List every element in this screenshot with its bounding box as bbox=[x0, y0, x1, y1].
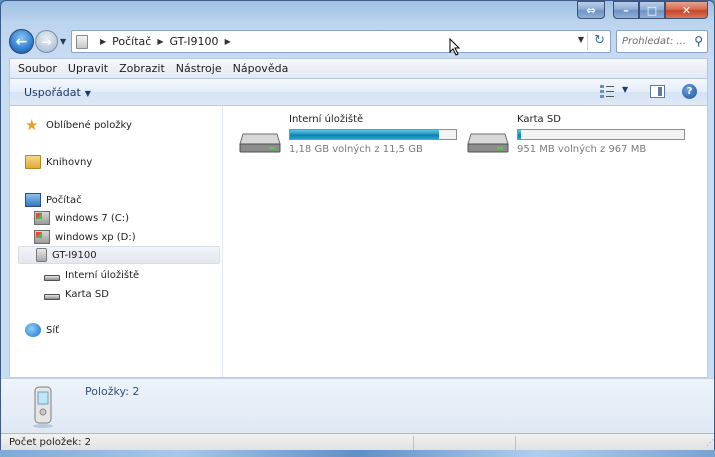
breadcrumb-separator-icon[interactable]: ▶ bbox=[225, 37, 231, 46]
arrow-right-icon: → bbox=[41, 34, 52, 49]
sidebar-item-label: Interní úložiště bbox=[65, 269, 140, 281]
details-pane: Položky: 2 bbox=[1, 378, 714, 433]
menu-file[interactable]: Soubor bbox=[18, 62, 57, 75]
menu-view[interactable]: Zobrazit bbox=[119, 62, 165, 75]
sd-card-drive-icon bbox=[44, 294, 60, 300]
organize-button[interactable]: Uspořádat ▼ bbox=[24, 86, 91, 99]
sidebar-item-drive-d[interactable]: windows xp (D:) bbox=[34, 228, 136, 246]
back-button[interactable]: ← bbox=[9, 29, 34, 54]
search-input[interactable]: Prohledat: ... ⚲ bbox=[616, 30, 708, 53]
menu-help[interactable]: Nápověda bbox=[233, 62, 289, 75]
status-divider bbox=[515, 436, 516, 450]
refresh-icon[interactable]: ↻ bbox=[594, 33, 605, 48]
drive-free-space: 951 MB volných z 967 MB bbox=[517, 144, 647, 155]
network-icon bbox=[25, 323, 41, 337]
sidebar-item-label: Síť bbox=[46, 324, 60, 336]
breadcrumb-separator-icon[interactable]: ▶ bbox=[157, 37, 163, 46]
content-area: ★ Oblíbené položky Knihovny Počítač wind… bbox=[9, 106, 708, 378]
breadcrumb-device[interactable]: GT-I9100 bbox=[170, 35, 219, 48]
sidebar-item-label: windows 7 (C:) bbox=[55, 212, 130, 224]
status-bar: Počet položek: 2 ⋰ bbox=[1, 433, 714, 451]
sidebar-item-label: Počítač bbox=[46, 194, 82, 206]
drive-tile[interactable]: Interní úložiště 1,18 GB volných z 11,5 … bbox=[239, 114, 469, 164]
sidebar-item-favorites[interactable]: ★ Oblíbené položky bbox=[25, 116, 132, 134]
capacity-bar bbox=[289, 129, 457, 140]
sidebar-item-label: Oblíbené položky bbox=[46, 119, 132, 131]
computer-icon bbox=[25, 193, 41, 207]
preview-pane-icon[interactable] bbox=[650, 85, 665, 98]
mouse-cursor-icon bbox=[449, 38, 461, 56]
sidebar-item-device[interactable]: GT-I9100 bbox=[18, 246, 220, 264]
help-icon[interactable]: ? bbox=[682, 84, 697, 99]
drive-tile[interactable]: Karta SD 951 MB volných z 967 MB bbox=[467, 114, 697, 164]
drive-name: Karta SD bbox=[517, 114, 561, 125]
sidebar-item-label: Karta SD bbox=[65, 288, 109, 300]
sidebar-item-computer[interactable]: Počítač bbox=[25, 191, 82, 209]
caption-buttons: ⇔ – □ ✕ bbox=[577, 1, 708, 19]
hard-drive-icon bbox=[467, 133, 509, 153]
phone-icon bbox=[36, 248, 47, 262]
sidebar-item-label: windows xp (D:) bbox=[55, 231, 136, 243]
storage-drive-icon bbox=[44, 275, 60, 281]
breadcrumb-computer[interactable]: Počítač bbox=[112, 35, 151, 48]
explorer-window: ⇔ – □ ✕ ← → ▼ ▶ Počítač ▶ GT-I9100 ▶ ▼ ↻… bbox=[0, 0, 715, 457]
capacity-fill bbox=[518, 130, 521, 139]
address-divider bbox=[587, 33, 588, 50]
menu-tools[interactable]: Nástroje bbox=[176, 62, 222, 75]
recent-pages-dropdown[interactable]: ▼ bbox=[60, 37, 66, 46]
navigation-row: ← → ▼ ▶ Počítač ▶ GT-I9100 ▶ ▼ ↻ Prohled… bbox=[1, 26, 714, 58]
sidebar-item-sd-card[interactable]: Karta SD bbox=[44, 285, 109, 303]
sidebar-item-network[interactable]: Síť bbox=[25, 321, 59, 339]
status-text: Počet položek: 2 bbox=[9, 437, 92, 448]
item-count: Položky: 2 bbox=[85, 385, 140, 398]
menu-bar: Soubor Upravit Zobrazit Nástroje Nápověd… bbox=[9, 58, 708, 79]
search-icon[interactable]: ⚲ bbox=[694, 34, 703, 48]
system-drive-icon bbox=[34, 211, 50, 225]
status-divider bbox=[413, 436, 414, 450]
star-icon: ★ bbox=[25, 116, 39, 134]
capacity-fill bbox=[290, 130, 439, 139]
view-options-dropdown-icon[interactable]: ▼ bbox=[622, 85, 628, 94]
drive-free-space: 1,18 GB volných z 11,5 GB bbox=[289, 144, 423, 155]
capacity-bar bbox=[517, 129, 685, 140]
search-placeholder: Prohledat: ... bbox=[622, 36, 687, 47]
sidebar-item-internal-storage[interactable]: Interní úložiště bbox=[44, 266, 139, 284]
mobile-phone-icon bbox=[33, 386, 53, 428]
change-view-icon[interactable] bbox=[600, 85, 614, 98]
forward-button[interactable]: → bbox=[35, 30, 58, 53]
desktop-background bbox=[0, 450, 715, 457]
chevron-down-icon: ▼ bbox=[84, 88, 91, 98]
address-dropdown-icon[interactable]: ▼ bbox=[578, 35, 584, 44]
navigation-pane: ★ Oblíbené položky Knihovny Počítač wind… bbox=[10, 106, 223, 377]
drive-name: Interní úložiště bbox=[289, 114, 364, 125]
libraries-icon bbox=[25, 155, 41, 169]
maximize-button[interactable]: □ bbox=[639, 1, 665, 19]
hard-drive-icon bbox=[239, 133, 281, 153]
sidebar-item-label: Knihovny bbox=[46, 156, 93, 168]
arrow-left-icon: ← bbox=[15, 33, 28, 50]
minimize-button[interactable]: – bbox=[613, 1, 639, 19]
sidebar-item-label: GT-I9100 bbox=[52, 249, 97, 261]
resize-grip-icon[interactable]: ⋰ bbox=[706, 438, 714, 447]
menu-edit[interactable]: Upravit bbox=[68, 62, 108, 75]
command-bar: Uspořádat ▼ ▼ ? bbox=[9, 79, 708, 106]
address-bar[interactable]: ▶ Počítač ▶ GT-I9100 ▶ ▼ ↻ bbox=[71, 30, 611, 53]
windows-drive-icon bbox=[34, 230, 50, 244]
breadcrumb-separator-icon[interactable]: ▶ bbox=[100, 37, 106, 46]
sidebar-item-libraries[interactable]: Knihovny bbox=[25, 153, 92, 171]
close-button[interactable]: ✕ bbox=[665, 1, 708, 19]
file-list-pane: Interní úložiště 1,18 GB volných z 11,5 … bbox=[224, 106, 708, 377]
organize-label: Uspořádat bbox=[24, 85, 81, 99]
device-icon bbox=[76, 34, 88, 49]
sidebar-item-drive-c[interactable]: windows 7 (C:) bbox=[34, 209, 129, 227]
restore-size-button[interactable]: ⇔ bbox=[577, 1, 605, 19]
